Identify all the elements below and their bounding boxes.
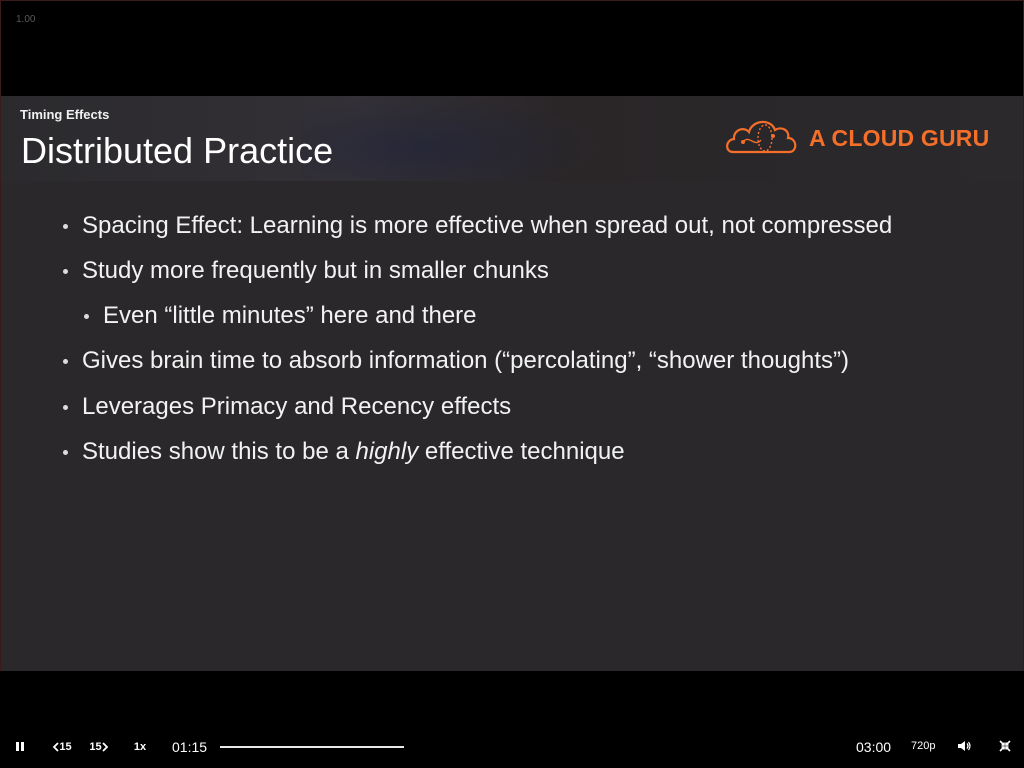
- bullet-dot: [84, 313, 89, 319]
- brand-logo: A CLOUD GURU: [725, 116, 989, 160]
- bullet-item: Leverages Primacy and Recency effects: [63, 393, 511, 421]
- bullet-text: Spacing Effect: Learning is more effecti…: [82, 212, 893, 239]
- rewind-15-button[interactable]: 15: [50, 739, 74, 755]
- current-time: 01:15: [172, 739, 208, 755]
- bullet-text: Studies show this to be a highly effecti…: [82, 438, 625, 466]
- rewind-15-icon: 15: [52, 741, 72, 753]
- section-label: Timing Effects: [20, 107, 110, 122]
- video-area[interactable]: Timing Effects Distributed Practice A CL…: [1, 96, 1023, 671]
- playback-speed-button[interactable]: 1x: [130, 739, 150, 755]
- slide-title: Distributed Practice: [21, 130, 334, 171]
- forward-15-button[interactable]: 15: [87, 739, 111, 755]
- bullet-dot: [63, 449, 68, 455]
- zoom-indicator: 1.00: [16, 14, 36, 25]
- duration: 03:00: [856, 739, 892, 755]
- brand-name: A CLOUD GURU: [809, 124, 990, 151]
- forward-label: 15: [89, 741, 102, 753]
- bullet-text: Study more frequently but in smaller chu…: [82, 257, 549, 284]
- player-controls: 15 15 1x 01:15 03:00 720p: [0, 671, 1024, 768]
- volume-button[interactable]: [955, 739, 973, 755]
- exit-fullscreen-icon: [999, 739, 1011, 755]
- play-pause-button[interactable]: [12, 739, 28, 755]
- slide-body: Spacing Effect: Learning is more effecti…: [1, 181, 1023, 671]
- bullet-dot: [63, 223, 68, 229]
- bullet-text: Even “little minutes” here and there: [103, 302, 477, 329]
- volume-icon: [957, 740, 971, 755]
- pause-icon: [15, 740, 25, 755]
- bullet-text: Gives brain time to absorb information (…: [82, 347, 849, 374]
- quality-button[interactable]: 720p: [911, 740, 935, 752]
- bullet-dot: [63, 268, 68, 274]
- forward-15-icon: 15: [89, 741, 108, 753]
- bullet-text-emphasis: highly: [355, 438, 419, 465]
- cloud-logo-icon: [725, 114, 799, 163]
- bullet-text: Leverages Primacy and Recency effects: [82, 393, 512, 420]
- bullet-dot: [63, 404, 68, 410]
- slide-header: Timing Effects Distributed Practice A CL…: [1, 96, 1023, 181]
- bullet-item: Gives brain time to absorb information (…: [63, 347, 849, 375]
- bullet-item: Study more frequently but in smaller chu…: [63, 257, 549, 285]
- rewind-label: 15: [59, 741, 72, 753]
- bullet-item: Studies show this to be a highly effecti…: [63, 438, 625, 466]
- bullet-item: Spacing Effect: Learning is more effecti…: [63, 212, 892, 240]
- bullet-text-pre: Studies show this to be a: [82, 438, 356, 465]
- progress-bar[interactable]: [220, 746, 404, 748]
- bullet-dot: [63, 358, 68, 364]
- bullet-text-post: effective technique: [418, 438, 625, 465]
- exit-fullscreen-button[interactable]: [996, 739, 1014, 755]
- presenter-shadow: [301, 96, 601, 181]
- sub-bullet-item: Even “little minutes” here and there: [84, 302, 477, 330]
